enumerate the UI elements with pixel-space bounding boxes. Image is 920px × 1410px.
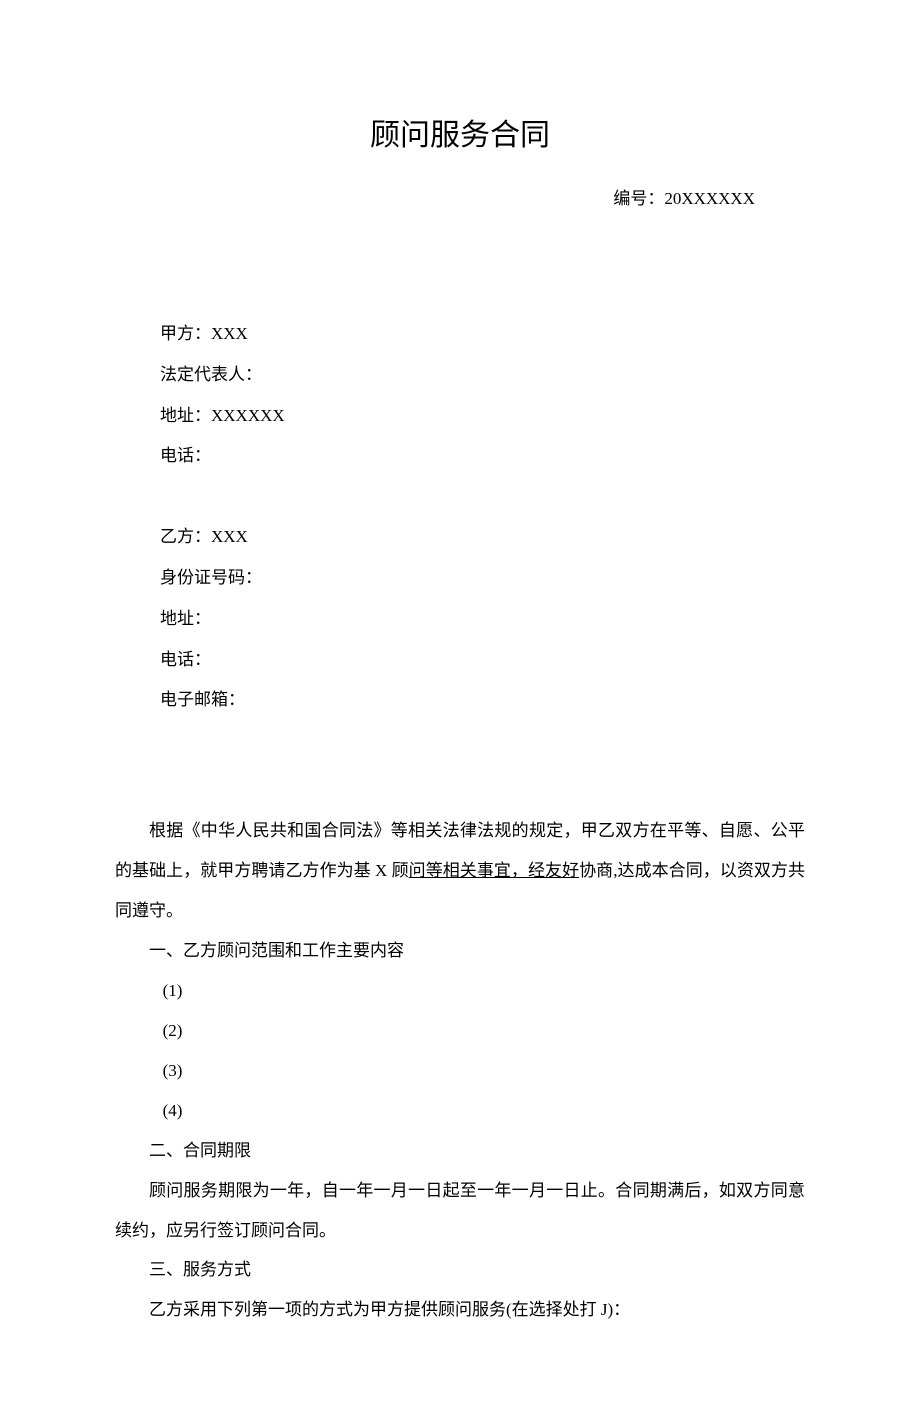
section-3-heading: 三、服务方式 <box>115 1250 805 1290</box>
number-value: 20XXXXXX <box>664 189 755 208</box>
party-b-addr-label: 地址： <box>160 609 211 628</box>
party-b-id: 身份证号码： <box>115 558 805 599</box>
party-b-email: 电子邮箱： <box>115 680 805 721</box>
party-a-block: 甲方：XXX 法定代表人： 地址：XXXXXX 电话： <box>115 314 805 477</box>
intro-paragraph: 根据《中华人民共和国合同法》等相关法律法规的规定，甲乙双方在平等、自愿、公平的基… <box>115 811 805 931</box>
section-1-item-3: (3) <box>115 1051 805 1091</box>
party-a-addr-label: 地址： <box>160 406 211 425</box>
intro-underlined: 问等相关事宜，经友好 <box>409 861 579 880</box>
document-title: 顾问服务合同 <box>115 110 805 154</box>
section-1-item-1: (1) <box>115 971 805 1011</box>
contract-body: 根据《中华人民共和国合同法》等相关法律法规的规定，甲乙双方在平等、自愿、公平的基… <box>115 811 805 1330</box>
party-b-phone: 电话： <box>115 640 805 681</box>
party-b-block: 乙方：XXX 身份证号码： 地址： 电话： 电子邮箱： <box>115 517 805 721</box>
party-b-addr: 地址： <box>115 599 805 640</box>
party-a-name-label: 甲方： <box>160 324 211 343</box>
number-label: 编号： <box>613 189 664 208</box>
party-b-phone-label: 电话： <box>160 650 211 669</box>
party-b-id-label: 身份证号码： <box>160 568 262 587</box>
document-number: 编号：20XXXXXX <box>115 184 805 209</box>
party-a-name-value: XXX <box>211 324 248 343</box>
party-b-name: 乙方：XXX <box>115 517 805 558</box>
party-a-addr: 地址：XXXXXX <box>115 396 805 437</box>
party-a-rep-label: 法定代表人： <box>160 365 262 384</box>
party-b-name-value: XXX <box>211 527 248 546</box>
section-1-heading: 一、乙方顾问范围和工作主要内容 <box>115 931 805 971</box>
section-1-item-2: (2) <box>115 1011 805 1051</box>
party-a-phone: 电话： <box>115 436 805 477</box>
party-a-rep: 法定代表人： <box>115 355 805 396</box>
party-b-email-label: 电子邮箱： <box>160 690 245 709</box>
party-b-name-label: 乙方： <box>160 527 211 546</box>
party-a-phone-label: 电话： <box>160 446 211 465</box>
party-a-name: 甲方：XXX <box>115 314 805 355</box>
section-1-item-4: (4) <box>115 1091 805 1131</box>
section-3-body: 乙方采用下列第一项的方式为甲方提供顾问服务(在选择处打 J)： <box>115 1290 805 1330</box>
section-2-heading: 二、合同期限 <box>115 1131 805 1171</box>
section-2-body: 顾问服务期限为一年，自一年一月一日起至一年一月一日止。合同期满后，如双方同意续约… <box>115 1171 805 1251</box>
party-a-addr-value: XXXXXX <box>211 406 285 425</box>
